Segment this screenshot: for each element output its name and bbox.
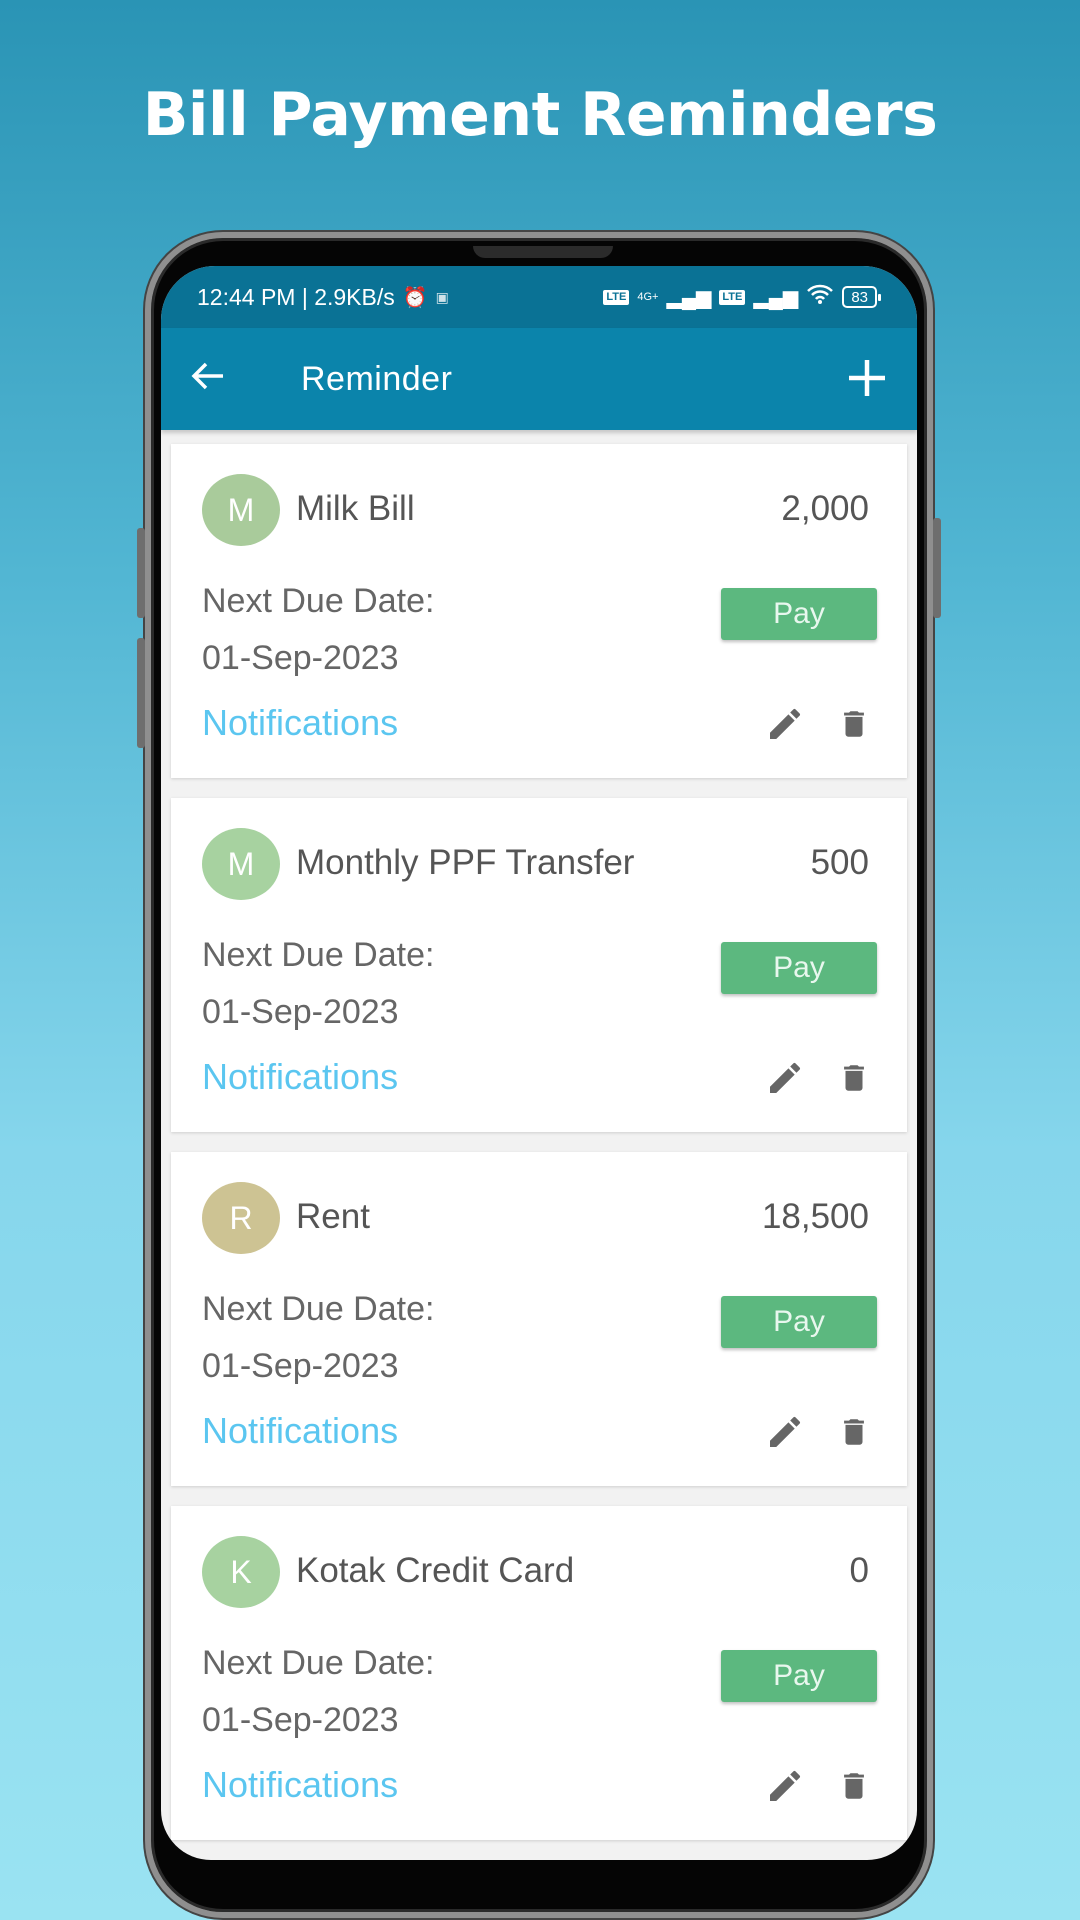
avatar: M <box>202 474 280 546</box>
due-date-value: 01-Sep-2023 <box>202 1347 399 1385</box>
trash-icon <box>844 1065 864 1091</box>
notifications-link[interactable]: Notifications <box>202 702 398 744</box>
due-date-value: 01-Sep-2023 <box>202 1701 399 1739</box>
signal-icon: ▂▄▆ <box>666 286 712 309</box>
trash-icon <box>844 1773 864 1799</box>
bill-amount: 0 <box>849 1551 869 1590</box>
due-date-label: Next Due Date: <box>202 1290 435 1328</box>
due-date-value: 01-Sep-2023 <box>202 639 399 677</box>
notifications-link[interactable]: Notifications <box>202 1056 398 1098</box>
phone-screen: 12:44 PM | 2.9KB/s ⏰ ▣ LTE 4G+ ▂▄▆ LTE ▂… <box>161 266 917 1860</box>
page-title: Reminder <box>301 359 453 398</box>
pay-button[interactable]: Pay <box>721 1296 877 1348</box>
trash-icon <box>844 1419 864 1445</box>
reminder-card[interactable]: M Milk Bill 2,000 Next Due Date: 01-Sep-… <box>171 444 907 778</box>
reminder-card[interactable]: M Monthly PPF Transfer 500 Next Due Date… <box>171 798 907 1132</box>
pencil-icon <box>770 1062 801 1093</box>
notifications-link[interactable]: Notifications <box>202 1764 398 1806</box>
status-time: 12:44 PM | 2.9KB/s <box>197 283 395 310</box>
delete-button[interactable] <box>837 1412 871 1452</box>
avatar: M <box>202 828 280 900</box>
network-type: 4G+ <box>637 291 659 303</box>
battery-indicator: 83 <box>842 286 881 308</box>
pay-button[interactable]: Pay <box>721 942 877 994</box>
signal-icon: ▂▄▆ <box>753 286 799 309</box>
pencil-icon <box>770 1416 801 1447</box>
pay-button[interactable]: Pay <box>721 1650 877 1702</box>
reminder-card[interactable]: R Rent 18,500 Next Due Date: 01-Sep-2023… <box>171 1152 907 1486</box>
bill-name: Milk Bill <box>296 489 415 528</box>
app-bar: Reminder <box>161 328 917 430</box>
power-button <box>933 518 941 618</box>
volte-icon: LTE <box>603 289 630 305</box>
notifications-link[interactable]: Notifications <box>202 1410 398 1452</box>
due-date-value: 01-Sep-2023 <box>202 993 399 1031</box>
due-date-label: Next Due Date: <box>202 1644 435 1682</box>
bill-amount: 2,000 <box>781 489 869 528</box>
pay-button[interactable]: Pay <box>721 588 877 640</box>
reminder-list: M Milk Bill 2,000 Next Due Date: 01-Sep-… <box>161 430 917 1840</box>
plus-icon <box>849 360 885 396</box>
edit-button[interactable] <box>765 1766 805 1806</box>
bill-amount: 500 <box>810 843 869 882</box>
pencil-icon <box>770 708 801 739</box>
reminder-card[interactable]: K Kotak Credit Card 0 Next Due Date: 01-… <box>171 1506 907 1840</box>
due-date-label: Next Due Date: <box>202 582 435 620</box>
bill-name: Monthly PPF Transfer <box>296 843 635 882</box>
promo-title: Bill Payment Reminders <box>142 80 938 150</box>
edit-button[interactable] <box>765 1412 805 1452</box>
wifi-icon <box>806 283 834 311</box>
edit-button[interactable] <box>765 1058 805 1098</box>
back-button[interactable] <box>191 358 271 400</box>
status-bar: 12:44 PM | 2.9KB/s ⏰ ▣ LTE 4G+ ▂▄▆ LTE ▂… <box>161 266 917 328</box>
app-notification-icon: ▣ <box>435 288 449 305</box>
arrow-left-icon <box>191 362 223 390</box>
avatar: R <box>202 1182 280 1254</box>
volte-icon: LTE <box>719 289 746 305</box>
phone-frame: 12:44 PM | 2.9KB/s ⏰ ▣ LTE 4G+ ▂▄▆ LTE ▂… <box>137 232 941 1918</box>
bill-name: Kotak Credit Card <box>296 1551 575 1590</box>
due-date-label: Next Due Date: <box>202 936 435 974</box>
pencil-icon <box>770 1770 801 1801</box>
avatar: K <box>202 1536 280 1608</box>
volume-button <box>137 638 145 748</box>
volume-button <box>137 528 145 618</box>
trash-icon <box>844 711 864 737</box>
add-reminder-button[interactable] <box>847 351 887 407</box>
delete-button[interactable] <box>837 1058 871 1098</box>
alarm-icon: ⏰ <box>402 286 428 309</box>
delete-button[interactable] <box>837 1766 871 1806</box>
speaker-grille <box>473 246 613 258</box>
bill-name: Rent <box>296 1197 370 1236</box>
bill-amount: 18,500 <box>761 1197 869 1236</box>
delete-button[interactable] <box>837 704 871 744</box>
edit-button[interactable] <box>765 704 805 744</box>
